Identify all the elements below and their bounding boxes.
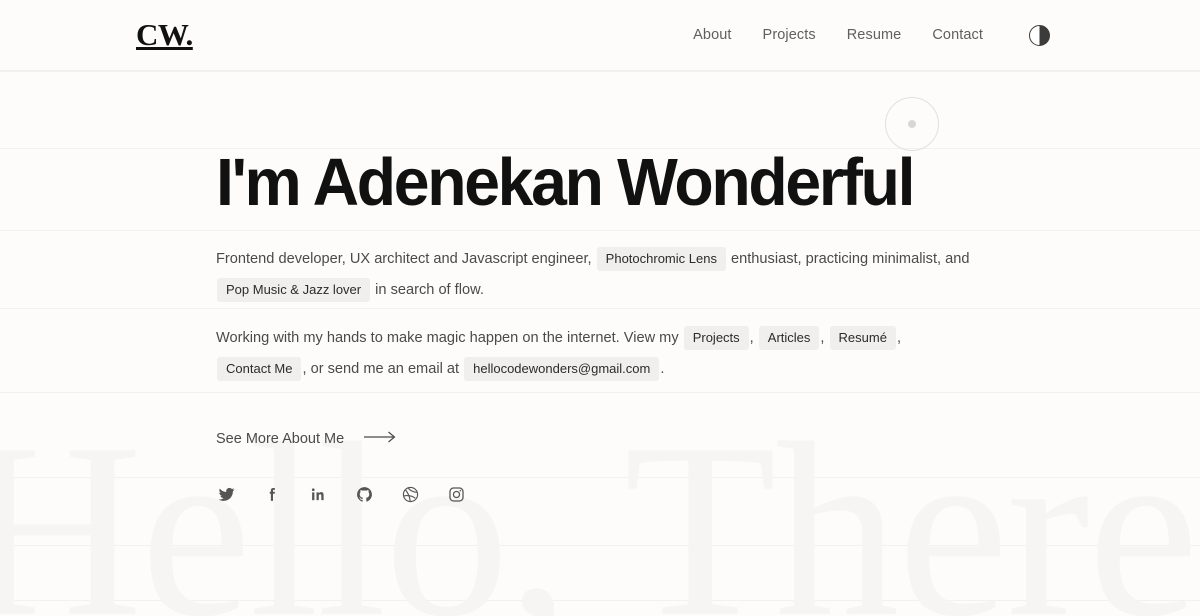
hero-para1-text1: Frontend developer, UX architect and Jav… (216, 251, 592, 267)
hero-para1-text2: enthusiast, practicing minimalist, and (731, 251, 970, 267)
arrow-right-icon (364, 430, 396, 448)
social-link-linkedin[interactable] (308, 484, 328, 504)
chip-pop-music-jazz-lover[interactable]: Pop Music & Jazz lover (217, 278, 371, 303)
hero-paragraph-two: Working with my hands to make magic happ… (216, 323, 986, 385)
nav-link-projects[interactable]: Projects (763, 27, 816, 43)
dribbble-icon (402, 486, 419, 503)
hero-section: I'm Adenekan Wonderful Frontend develope… (0, 149, 1200, 504)
see-more-about-me-link[interactable]: See More About Me (216, 430, 396, 448)
grid-line (0, 71, 1200, 72)
hero-para2-text2: , or send me an email at (302, 361, 460, 377)
chip-projects[interactable]: Projects (683, 326, 749, 351)
instagram-icon (448, 486, 465, 503)
github-icon (356, 486, 373, 503)
hero-para2-sep3: , (896, 330, 902, 346)
hero-para2-sep1: , (749, 330, 754, 346)
hero-para1-text3: in search of flow. (375, 282, 484, 298)
page-title: I'm Adenekan Wonderful (216, 145, 916, 220)
chip-photochromic-lens[interactable]: Photochromic Lens (596, 247, 726, 272)
cta-label: See More About Me (216, 431, 345, 447)
nav-link-resume[interactable]: Resume (847, 27, 902, 43)
chip-email-address[interactable]: hellocodewonders@gmail.com (464, 357, 660, 382)
site-header: CW. About Projects Resume Contact (0, 0, 1200, 71)
main-navigation: About Projects Resume Contact (693, 24, 1050, 46)
hero-para2-text1: Working with my hands to make magic happ… (216, 330, 679, 346)
social-link-dribbble[interactable] (400, 484, 420, 504)
social-link-github[interactable] (354, 484, 374, 504)
twitter-icon (218, 486, 235, 503)
linkedin-icon (310, 486, 327, 503)
chip-articles[interactable]: Articles (758, 326, 820, 351)
hero-paragraph-one: Frontend developer, UX architect and Jav… (216, 244, 986, 306)
decorative-circle-dot-icon (908, 120, 916, 128)
nav-link-about[interactable]: About (693, 27, 731, 43)
contrast-half-circle-icon[interactable] (1029, 24, 1050, 46)
hero-para2-sep2: , (820, 330, 825, 346)
social-link-twitter[interactable] (216, 484, 236, 504)
social-links (216, 484, 1200, 504)
decorative-circle-cursor (885, 97, 939, 151)
chip-contact-me[interactable]: Contact Me (217, 357, 302, 382)
site-logo[interactable]: CW. (136, 19, 193, 50)
social-link-facebook[interactable] (262, 484, 282, 504)
chip-resume[interactable]: Resumé (829, 326, 896, 351)
social-link-instagram[interactable] (446, 484, 466, 504)
hero-para2-text3: . (660, 361, 665, 377)
facebook-icon (264, 486, 281, 503)
nav-link-contact[interactable]: Contact (932, 27, 983, 43)
